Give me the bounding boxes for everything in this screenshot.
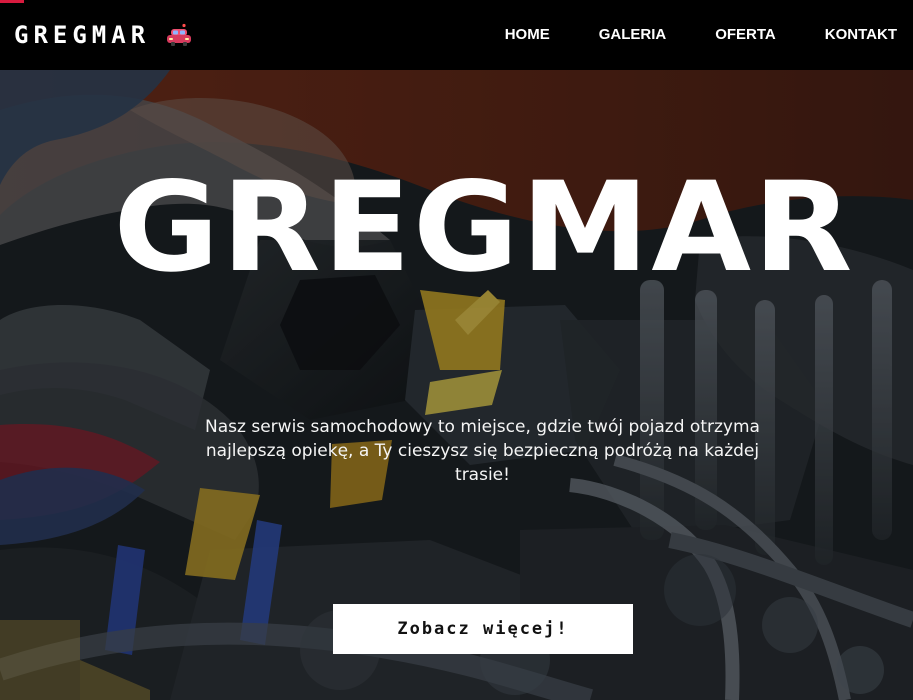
top-accent-line	[0, 0, 24, 3]
main-navigation: HOME GALERIA OFERTA KONTAKT	[505, 25, 897, 45]
hero-description-box: Nasz serwis samochodowy to miejsce, gdzi…	[190, 415, 775, 487]
hero-title: GREGMAR	[113, 156, 855, 300]
car-icon	[167, 23, 192, 46]
hero-description: Nasz serwis samochodowy to miejsce, gdzi…	[205, 417, 760, 485]
nav-contact-link[interactable]: KONTAKT	[825, 25, 897, 45]
brand-name: GREGMAR	[14, 21, 151, 49]
brand-logo[interactable]: GREGMAR	[14, 20, 194, 50]
nav-home-link[interactable]: HOME	[505, 25, 550, 45]
nav-gallery-link[interactable]: GALERIA	[599, 25, 667, 45]
page: GREGMAR HOME GALERIA OFERTA KONTAKT GREG…	[0, 0, 913, 700]
nav-offer-link[interactable]: OFERTA	[715, 25, 776, 45]
see-more-button[interactable]: Zobacz więcej!	[333, 604, 633, 654]
top-navigation-bar: GREGMAR HOME GALERIA OFERTA KONTAKT	[0, 0, 913, 70]
hero-section: GREGMAR Nasz serwis samochodowy to miejs…	[0, 70, 913, 700]
